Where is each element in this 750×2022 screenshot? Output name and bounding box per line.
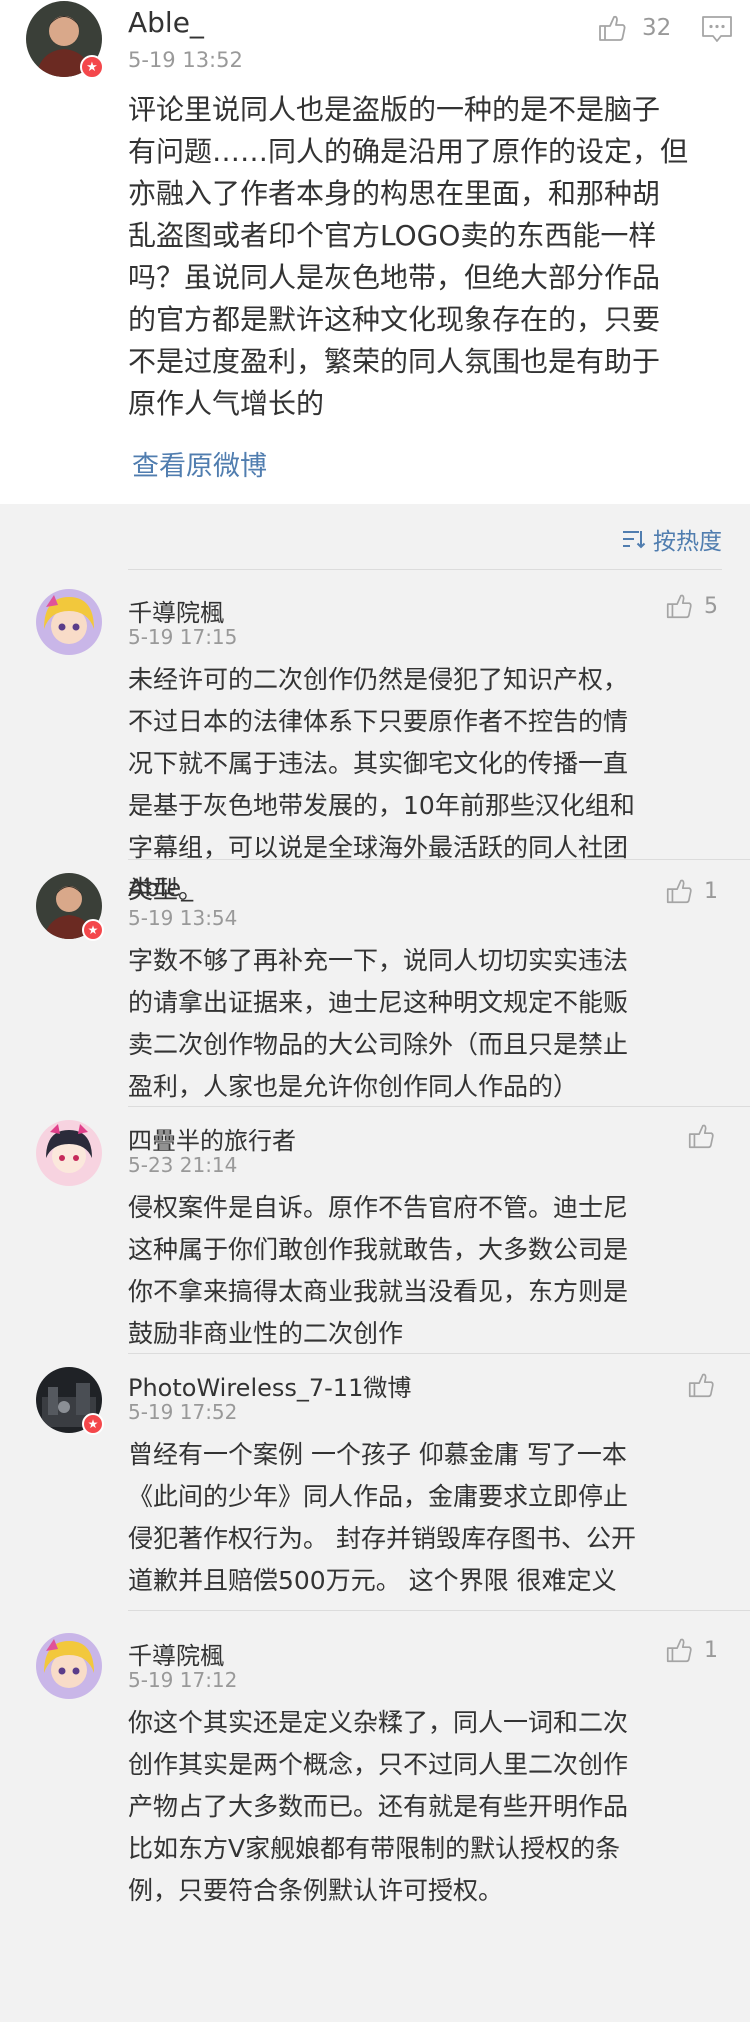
like-button[interactable]: 1 <box>664 1635 718 1665</box>
timestamp: 5-19 17:52 <box>128 1400 238 1424</box>
avatar[interactable] <box>36 1633 102 1699</box>
comment-line: 吗？虽说同人是灰色地带，但绝大部分作品 <box>128 261 661 294</box>
like-button[interactable]: 32 <box>596 11 676 45</box>
thumbs-up-icon <box>666 1638 692 1663</box>
avatar[interactable] <box>36 589 102 655</box>
sort-bar: 按热度 <box>0 504 750 568</box>
reply-line: 《此间的少年》同人作品，金庸要求立即停止 <box>128 1482 629 1511</box>
reply-line: 比如东方V家舰娘都有带限制的默认授权的条 <box>128 1834 621 1863</box>
like-button[interactable] <box>686 1121 726 1151</box>
thumbs-up-icon <box>666 594 692 619</box>
thumbs-up-icon <box>666 879 692 904</box>
author-name[interactable]: Able_ <box>128 6 204 39</box>
comment-line: 不是过度盈利，繁荣的同人氛围也是有助于 <box>128 345 661 378</box>
reply-line: 的请拿出证据来，迪士尼这种明文规定不能贩 <box>128 988 629 1017</box>
comment-line: 有问题……同人的确是沿用了原作的设定，但 <box>128 135 689 168</box>
reply-item: ★ Able_ 5-19 13:54 1 字数不够了再补充一下，说同人切切实实违… <box>0 860 750 1107</box>
reply-text: 你这个其实还是定义杂糅了，同人一词和二次 创作其实是两个概念，只不过同人里二次创… <box>128 1702 724 1912</box>
comment-line: 亦融入了作者本身的构思在里面，和那种胡 <box>128 177 661 210</box>
reply-line: 不过日本的法律体系下只要原作者不控告的情 <box>128 707 629 736</box>
verified-badge-icon: ★ <box>82 1413 104 1435</box>
reply-line: 例，只要符合条例默认许可授权。 <box>128 1876 504 1905</box>
comment-icon[interactable] <box>700 14 734 44</box>
verified-badge-icon: ★ <box>82 919 104 941</box>
like-button[interactable]: 1 <box>664 876 718 906</box>
like-count: 5 <box>704 593 718 619</box>
timestamp: 5-19 17:12 <box>128 1668 238 1692</box>
author-name[interactable]: 千導院楓 <box>128 593 224 628</box>
comment-line: 原作人气增长的 <box>128 387 325 420</box>
timestamp: 5-19 17:15 <box>128 625 238 649</box>
sort-button[interactable]: 按热度 <box>621 522 722 556</box>
timestamp: 5-23 21:14 <box>128 1153 238 1177</box>
thumbs-up-icon <box>688 1124 714 1149</box>
reply-line: 字数不够了再补充一下，说同人切切实实违法 <box>128 946 629 975</box>
reply-item: ★ PhotoWireless_7-11微博 5-19 17:52 曾经有一个案… <box>0 1354 750 1614</box>
comment-line: 的官方都是默许这种文化现象存在的，只要 <box>128 303 661 336</box>
author-name[interactable]: 四疊半的旅行者 <box>128 1121 296 1156</box>
sort-icon <box>623 531 646 549</box>
author-name[interactable]: Able_ <box>128 874 193 902</box>
author-name[interactable]: PhotoWireless_7-11微博 <box>128 1368 411 1403</box>
reply-line: 曾经有一个案例 一个孩子 仰慕金庸 写了一本 <box>128 1440 627 1469</box>
reply-item: 千導院楓 5-19 17:12 1 你这个其实还是定义杂糅了，同人一词和二次 创… <box>0 1611 750 2022</box>
reply-line: 产物占了大多数而已。还有就是有些开明作品 <box>128 1792 629 1821</box>
reply-line: 未经许可的二次创作仍然是侵犯了知识产权， <box>128 665 629 694</box>
reply-item: 千導院楓 5-19 17:15 5 未经许可的二次创作仍然是侵犯了知识产权， 不… <box>0 569 750 904</box>
reply-line: 盈利，人家也是允许你创作同人作品的） <box>128 1072 579 1101</box>
avatar[interactable]: ★ <box>36 1367 104 1435</box>
reply-line: 侵犯著作权行为。 封存并销毁库存图书、公开 <box>128 1524 636 1553</box>
reply-line: 创作其实是两个概念，只不过同人里二次创作 <box>128 1750 629 1779</box>
timestamp: 5-19 13:54 <box>128 906 238 930</box>
avatar[interactable] <box>36 1120 102 1186</box>
like-button[interactable] <box>686 1370 726 1400</box>
like-count: 32 <box>642 15 672 41</box>
reply-line: 侵权案件是自诉。原作不告官府不管。迪士尼 <box>128 1193 629 1222</box>
avatar[interactable]: ★ <box>36 873 104 941</box>
reply-text: 字数不够了再补充一下，说同人切切实实违法 的请拿出证据来，迪士尼这种明文规定不能… <box>128 940 724 1108</box>
like-count: 1 <box>704 1637 718 1663</box>
reply-line: 鼓励非商业性的二次创作 <box>128 1319 404 1348</box>
reply-line: 卖二次创作物品的大公司除外（而且只是禁止 <box>128 1030 629 1059</box>
replies-section: 按热度 千導院楓 5-19 17:15 5 未经许可的二次创作仍然是侵犯了知识产… <box>0 504 750 2022</box>
view-original-link[interactable]: 查看原微博 <box>132 444 267 483</box>
comment-line: 乱盗图或者印个官方LOGO卖的东西能一样 <box>128 219 657 252</box>
verified-badge-icon: ★ <box>80 55 104 79</box>
author-name[interactable]: 千導院楓 <box>128 1636 224 1671</box>
sort-label: 按热度 <box>653 529 722 555</box>
main-comment-card: ★ Able_ 5-19 13:52 32 评论里说同人也是盗版的一种的是不是脑… <box>0 0 750 504</box>
comment-text: 评论里说同人也是盗版的一种的是不是脑子 有问题……同人的确是沿用了原作的设定，但… <box>128 89 728 425</box>
reply-line: 你不拿来搞得太商业我就当没看见，东方则是 <box>128 1277 629 1306</box>
reply-line: 这种属于你们敢创作我就敢告，大多数公司是 <box>128 1235 629 1264</box>
thumbs-up-icon <box>688 1373 714 1398</box>
thumbs-up-icon <box>599 15 626 41</box>
reply-line: 你这个其实还是定义杂糅了，同人一词和二次 <box>128 1708 629 1737</box>
like-count: 1 <box>704 878 718 904</box>
reply-item: 四疊半的旅行者 5-23 21:14 侵权案件是自诉。原作不告官府不管。迪士尼 … <box>0 1107 750 1367</box>
reply-text: 曾经有一个案例 一个孩子 仰慕金庸 写了一本 《此间的少年》同人作品，金庸要求立… <box>128 1434 724 1602</box>
reply-text: 侵权案件是自诉。原作不告官府不管。迪士尼 这种属于你们敢创作我就敢告，大多数公司… <box>128 1187 724 1355</box>
reply-line: 是基于灰色地带发展的，10年前那些汉化组和 <box>128 791 635 820</box>
reply-line: 况下就不属于违法。其实御宅文化的传播一直 <box>128 749 629 778</box>
like-button[interactable]: 5 <box>664 591 718 621</box>
comment-line: 评论里说同人也是盗版的一种的是不是脑子 <box>128 93 661 126</box>
avatar[interactable]: ★ <box>26 1 104 79</box>
reply-line: 道歉并且赔偿500万元。 这个界限 很难定义 <box>128 1566 617 1595</box>
timestamp: 5-19 13:52 <box>128 48 243 72</box>
